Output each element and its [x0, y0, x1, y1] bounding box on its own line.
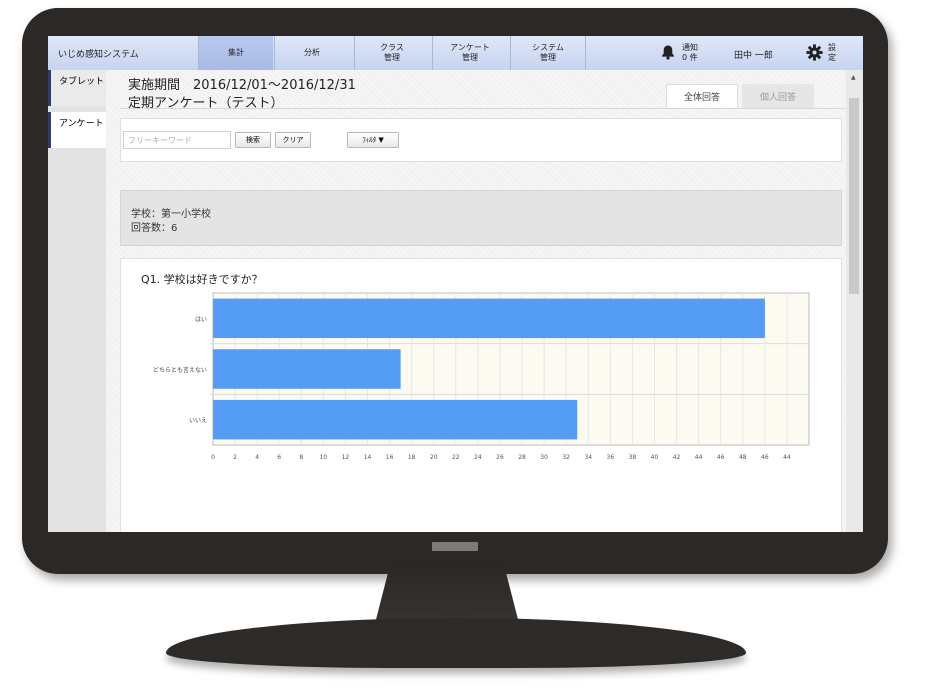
search-panel: 検索 クリア ﾌｨﾙﾀ ▼ [120, 118, 842, 162]
response-count: 回答数：6 [131, 223, 178, 234]
tab-class-management[interactable]: クラス 管理 [354, 36, 429, 70]
main-content: 実施期間 2016/12/01～2016/12/31 定期アンケート（テスト） … [106, 70, 846, 532]
clear-button[interactable]: クリア [275, 132, 311, 148]
x-tick-label: 32 [562, 454, 570, 461]
scroll-up-icon[interactable]: ▲ [851, 74, 856, 81]
x-tick-label: 2 [233, 454, 237, 461]
x-tick-label: 8 [299, 454, 303, 461]
x-tick-label: 20 [430, 454, 438, 461]
x-tick-label: 6 [277, 454, 281, 461]
monitor-stand-base [166, 618, 746, 668]
notification-count[interactable]: 通知 0 件 [682, 43, 698, 63]
bar-chart: 0 2 4 6 8 10 12 14 16 18 20 22 24 26 28 30 32 34 36 38 40 42 4… [153, 292, 810, 461]
x-tick-label: 48 [739, 454, 747, 461]
screen: いじめ感知システム 集計 分析 クラス 管理 アンケート 管理 システム 管理 … [48, 36, 863, 532]
x-tick-label: 16 [386, 454, 394, 461]
bell-icon[interactable] [660, 44, 676, 60]
tab-summary[interactable]: 集計 [198, 36, 273, 70]
x-tick-label: 14 [364, 454, 372, 461]
x-tick-label: 18 [408, 454, 416, 461]
x-tick-label: 4 [255, 454, 259, 461]
x-tick-label: 22 [452, 454, 460, 461]
chart-panel: Q1. 学校は好きですか？ 0 2 4 6 8 10 12 14 16 18 20 22 24 26 28 3… [120, 258, 842, 532]
power-button [432, 542, 478, 551]
bar-1 [213, 349, 401, 389]
x-tick-label: 28 [518, 454, 526, 461]
x-tick-label: 34 [584, 454, 592, 461]
settings-link[interactable]: 設 定 [828, 43, 836, 63]
filter-dropdown[interactable]: ﾌｨﾙﾀ ▼ [347, 132, 399, 148]
sidebar: タブレット アンケート [48, 70, 106, 532]
x-tick-label: 10 [320, 454, 328, 461]
user-name: 田中 一郎 [734, 51, 773, 61]
divider [120, 108, 846, 109]
category-label: どちらとも言えない [153, 366, 207, 374]
sidebar-item-tablet[interactable]: タブレット [48, 70, 106, 106]
scrollbar[interactable]: ▲ [846, 70, 863, 532]
x-tick-label: 12 [342, 454, 350, 461]
school-name: 学校：第一小学校 [131, 209, 211, 220]
tab-individual-responses[interactable]: 個人回答 [742, 84, 814, 108]
x-tick-label: 42 [673, 454, 681, 461]
tab-survey-management[interactable]: アンケート 管理 [432, 36, 507, 70]
sidebar-item-survey[interactable]: アンケート [48, 112, 106, 148]
category-label: いいえ [189, 418, 207, 425]
x-tick-label: 46 [717, 454, 725, 461]
period-title: 実施期間 2016/12/01～2016/12/31 [128, 78, 356, 93]
x-tick-label: 44 [783, 454, 791, 461]
school-info-panel: 学校：第一小学校 回答数：6 [120, 190, 842, 246]
x-tick-label: 36 [607, 454, 615, 461]
tab-all-responses[interactable]: 全体回答 [666, 84, 738, 108]
x-tick-label: 40 [651, 454, 659, 461]
bar-0 [213, 298, 765, 339]
x-tick-label: 24 [474, 454, 482, 461]
x-tick-label: 30 [540, 454, 548, 461]
x-tick-label: 46 [761, 454, 769, 461]
category-label: はい [195, 316, 207, 323]
x-tick-label: 44 [695, 454, 703, 461]
tab-system-management[interactable]: システム 管理 [510, 36, 586, 70]
top-nav: いじめ感知システム 集計 分析 クラス 管理 アンケート 管理 システム 管理 … [48, 36, 863, 71]
x-tick-label: 38 [629, 454, 637, 461]
question-text: Q1. 学校は好きですか？ [141, 273, 263, 286]
bar-2 [213, 399, 578, 440]
scroll-thumb[interactable] [849, 98, 859, 294]
tab-analysis[interactable]: 分析 [274, 36, 349, 70]
x-tick-label: 26 [496, 454, 504, 461]
keyword-search-input[interactable] [123, 131, 231, 149]
gear-icon[interactable] [806, 44, 823, 61]
app-title: いじめ感知システム [58, 50, 139, 60]
search-button[interactable]: 検索 [235, 132, 271, 148]
x-tick-label: 0 [211, 454, 215, 461]
